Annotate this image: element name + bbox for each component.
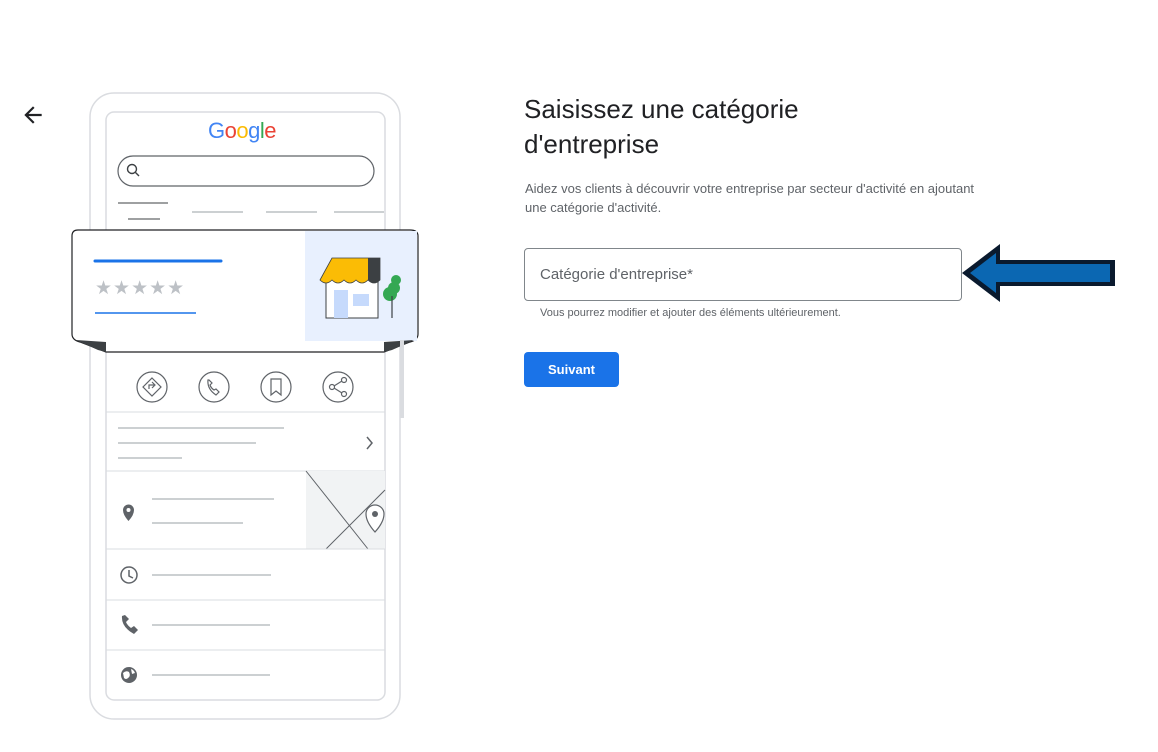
page-subtitle: Aidez vos clients à découvrir votre entr… — [525, 181, 975, 215]
google-logo: Google — [208, 118, 277, 143]
globe-icon — [121, 667, 137, 683]
business-category-field[interactable] — [524, 248, 962, 301]
page-title: Saisissez une catégorie d'entreprise — [524, 94, 799, 159]
next-button[interactable]: Suivant — [524, 352, 619, 387]
rating-stars: ★★★★★ — [95, 278, 186, 299]
business-category-input[interactable] — [525, 249, 961, 300]
back-button[interactable] — [20, 102, 46, 128]
annotation-arrow-icon — [958, 240, 1120, 306]
arrow-back-icon — [24, 106, 42, 124]
helper-text: Vous pourrez modifier et ajouter des élé… — [540, 307, 841, 319]
search-icon — [125, 162, 143, 185]
business-profile-illustration — [68, 90, 424, 726]
